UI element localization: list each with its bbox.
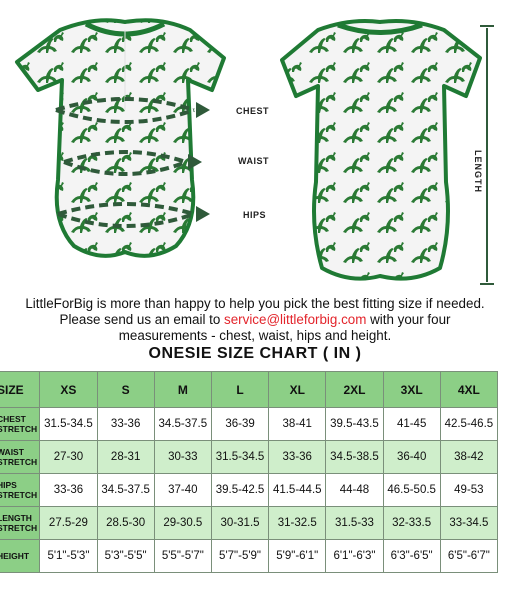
table-cell: 38-42 [439,440,499,474]
table-cell: 5'3"-5'5" [96,539,155,573]
table-cell: 34.5-38.5 [325,440,384,474]
intro-line-2: Please send us an email to service@littl… [0,312,510,328]
table-cell: 5'5"-5'7" [153,539,212,573]
table-cell: 41.5-44.5 [268,473,327,507]
waist-label: WAIST [238,156,269,166]
front-onesie-drawing [15,18,226,258]
row-label: LENGTH STRETCH [0,506,41,540]
intro-line-1: LittleForBig is more than happy to help … [25,296,485,311]
table-cell: 28-31 [96,440,155,474]
intro-text: LittleForBig is more than happy to help … [0,296,510,344]
table-cell: 29-30.5 [153,506,212,540]
table-cell: 34.5-37.5 [96,473,155,507]
back-onesie-drawing [280,19,482,281]
table-row: LENGTH STRETCH 27.5-29 28.5-30 29-30.5 3… [0,506,499,540]
table-cell: 6'1"-6'3" [325,539,384,573]
table-cell: 27-30 [39,440,98,474]
row-label: CHEST STRETCH [0,407,41,441]
hips-label: HIPS [243,210,267,220]
size-col-header: 2XL [325,371,384,408]
table-cell: 6'3"-6'5" [382,539,441,573]
intro-line-2-end: with your four [366,312,451,327]
size-col-header: 4XL [439,371,499,408]
table-cell: 34.5-37.5 [153,407,212,441]
table-cell: 31.5-33 [325,506,384,540]
length-label: LENGTH [473,150,483,193]
table-row: HIPS STRETCH 33-36 34.5-37.5 37-40 39.5-… [0,473,499,507]
chest-label: CHEST [236,106,270,116]
size-header-label: SIZE [0,371,41,408]
table-row: CHEST STRETCH 31.5-34.5 33-36 34.5-37.5 … [0,407,499,441]
size-chart-table: SIZE XS S M L XL 2XL 3XL 4XL CHEST STRET… [0,371,499,573]
table-cell: 27.5-29 [39,506,98,540]
table-cell: 49-53 [439,473,499,507]
onesie-illustration [15,18,494,285]
table-cell: 33-34.5 [439,506,499,540]
table-cell: 33-36 [39,473,98,507]
table-cell: 30-33 [153,440,212,474]
intro-line-3: measurements - chest, waist, hips and he… [118,328,392,343]
size-col-header: L [210,371,270,408]
table-cell: 33-36 [96,407,155,441]
row-label: HEIGHT [0,539,41,573]
size-col-header: XS [39,371,98,408]
table-cell: 5'1"-5'3" [39,539,98,573]
email-link[interactable]: service@littleforbig.com [224,312,366,327]
table-cell: 6'5"-6'7" [439,539,499,573]
table-cell: 28.5-30 [96,506,155,540]
table-cell: 30-31.5 [210,506,270,540]
size-col-header: M [153,371,212,408]
size-header-row: SIZE XS S M L XL 2XL 3XL 4XL [0,371,499,408]
table-cell: 5'7"-5'9" [210,539,270,573]
table-cell: 44-48 [325,473,384,507]
table-cell: 36-39 [210,407,270,441]
table-cell: 31.5-34.5 [210,440,270,474]
table-cell: 39.5-43.5 [325,407,384,441]
table-cell: 42.5-46.5 [439,407,499,441]
table-cell: 31.5-34.5 [39,407,98,441]
table-cell: 5'9"-6'1" [268,539,327,573]
table-cell: 39.5-42.5 [210,473,270,507]
table-cell: 46.5-50.5 [382,473,441,507]
table-cell: 31-32.5 [268,506,327,540]
table-cell: 32-33.5 [382,506,441,540]
size-col-header: 3XL [382,371,441,408]
table-cell: 38-41 [268,407,327,441]
chart-title: ONESIE SIZE CHART ( IN ) [148,345,362,362]
row-label: WAIST STRETCH [0,440,41,474]
table-cell: 33-36 [268,440,327,474]
table-row: HEIGHT 5'1"-5'3" 5'3"-5'5" 5'5"-5'7" 5'7… [0,539,499,573]
intro-line-2-start: Please send us an email to [59,312,225,327]
table-cell: 37-40 [153,473,212,507]
size-col-header: XL [268,371,327,408]
row-label: HIPS STRETCH [0,473,41,507]
table-cell: 41-45 [382,407,441,441]
table-row: WAIST STRETCH 27-30 28-31 30-33 31.5-34.… [0,440,499,474]
table-cell: 36-40 [382,440,441,474]
size-col-header: S [96,371,155,408]
